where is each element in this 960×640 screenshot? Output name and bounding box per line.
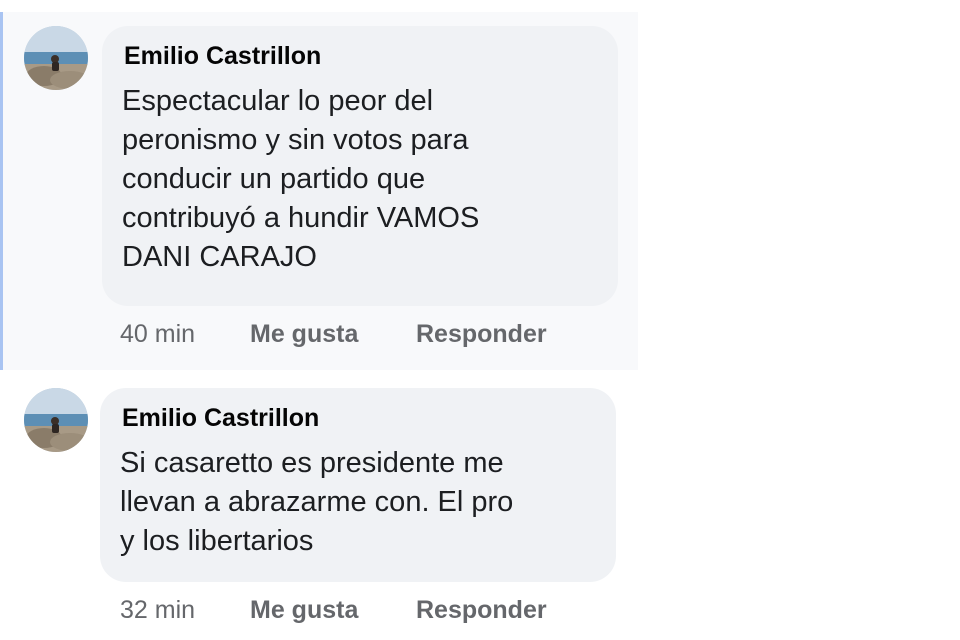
comment-author[interactable]: Emilio Castrillon xyxy=(122,404,319,433)
avatar[interactable] xyxy=(24,26,88,90)
comment-text: Espectacular lo peor del peronismo y sin… xyxy=(122,85,480,273)
reply-button[interactable]: Responder xyxy=(416,596,547,625)
comment-bubble: Emilio Castrillon Si casaretto es presid… xyxy=(100,388,616,582)
comment-bubble: Emilio Castrillon Espectacular lo peor d… xyxy=(102,26,618,306)
avatar[interactable] xyxy=(24,388,88,452)
comment-author[interactable]: Emilio Castrillon xyxy=(124,42,321,71)
avatar-photo-icon xyxy=(24,26,88,90)
like-button[interactable]: Me gusta xyxy=(250,596,358,625)
like-button[interactable]: Me gusta xyxy=(250,320,358,349)
comment-timestamp[interactable]: 32 min xyxy=(120,596,195,625)
avatar-photo-icon xyxy=(24,388,88,452)
comment-item: Emilio Castrillon Si casaretto es presid… xyxy=(0,370,640,640)
comment-timestamp[interactable]: 40 min xyxy=(120,320,195,349)
reply-button[interactable]: Responder xyxy=(416,320,547,349)
comment-item: Emilio Castrillon Espectacular lo peor d… xyxy=(0,0,640,370)
comments-panel: Emilio Castrillon Espectacular lo peor d… xyxy=(0,0,640,640)
comment-text: Si casaretto es presidente me llevan a a… xyxy=(120,447,514,557)
